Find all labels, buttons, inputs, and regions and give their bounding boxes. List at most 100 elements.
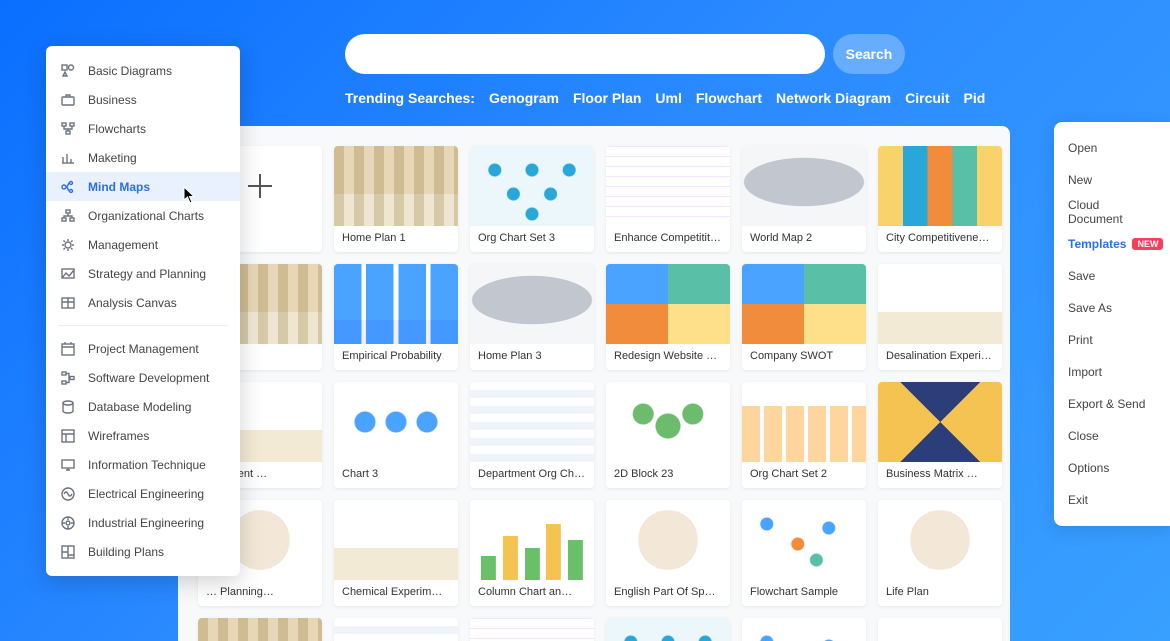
monitor-icon [60, 457, 76, 473]
template-thumb [470, 264, 594, 344]
template-card[interactable]: Chemical Experim… [334, 500, 458, 606]
template-card[interactable]: Redesign Website … [606, 264, 730, 370]
templates-grid: Home Plan 1Org Chart Set 3Enhance Compet… [198, 146, 990, 641]
sidebar-item-database-modeling[interactable]: Database Modeling [46, 392, 240, 421]
trending-label: Trending Searches: [345, 90, 475, 106]
trending-term[interactable]: Genogram [489, 90, 559, 106]
sidebar-item-maketing[interactable]: Maketing [46, 143, 240, 172]
template-card[interactable] [334, 618, 458, 641]
template-card[interactable] [198, 618, 322, 641]
trending-term[interactable]: Floor Plan [573, 90, 641, 106]
template-card[interactable] [470, 618, 594, 641]
sidebar-item-label: Software Development [88, 371, 209, 385]
plus-icon [248, 174, 272, 198]
template-thumb [606, 146, 730, 226]
sidebar-item-mind-maps[interactable]: Mind Maps [46, 172, 240, 201]
template-thumb [470, 500, 594, 580]
search-bar: Search [345, 34, 905, 74]
sidebar-item-information-technique[interactable]: Information Technique [46, 450, 240, 479]
template-thumb [334, 382, 458, 462]
template-card[interactable]: Org Chart Set 3 [470, 146, 594, 252]
flow-icon [60, 121, 76, 137]
template-card[interactable]: Department Org Chart [470, 382, 594, 488]
template-card[interactable]: Flowchart Sample [742, 500, 866, 606]
filemenu-item-save-as[interactable]: Save As [1054, 292, 1170, 324]
trending-term[interactable]: Uml [655, 90, 681, 106]
template-card[interactable]: 2D Block 23 [606, 382, 730, 488]
filemenu-item-export-send[interactable]: Export & Send [1054, 388, 1170, 420]
template-card[interactable]: Business Matrix … [878, 382, 1002, 488]
sidebar-item-basic-diagrams[interactable]: Basic Diagrams [46, 56, 240, 85]
template-thumb [470, 382, 594, 462]
template-card[interactable]: Home Plan 1 [334, 146, 458, 252]
sidebar-item-label: Project Management [88, 342, 199, 356]
gear-icon [60, 237, 76, 253]
filemenu-item-close[interactable]: Close [1054, 420, 1170, 452]
filemenu-item-import[interactable]: Import [1054, 356, 1170, 388]
template-card[interactable]: Desalination Experi… [878, 264, 1002, 370]
filemenu-item-save[interactable]: Save [1054, 260, 1170, 292]
template-card[interactable]: Org Chart Set 2 [742, 382, 866, 488]
template-card[interactable]: Company SWOT [742, 264, 866, 370]
sidebar-item-electrical-engineering[interactable]: Electrical Engineering [46, 479, 240, 508]
template-card[interactable]: Empirical Probability [334, 264, 458, 370]
template-card[interactable]: Life Plan [878, 500, 1002, 606]
template-card[interactable] [742, 618, 866, 641]
template-card[interactable] [606, 618, 730, 641]
sidebar-item-strategy-and-planning[interactable]: Strategy and Planning [46, 259, 240, 288]
search-input[interactable] [345, 34, 825, 74]
sidebar-item-label: Industrial Engineering [88, 516, 204, 530]
template-caption: Chemical Experim… [334, 580, 458, 606]
sidebar-item-building-plans[interactable]: Building Plans [46, 537, 240, 566]
filemenu-item-new[interactable]: New [1054, 164, 1170, 196]
filemenu-item-print[interactable]: Print [1054, 324, 1170, 356]
filemenu-item-open[interactable]: Open [1054, 132, 1170, 164]
template-thumb [334, 264, 458, 344]
filemenu-item-cloud-document[interactable]: Cloud Document [1054, 196, 1170, 228]
template-caption: Column Chart an… [470, 580, 594, 606]
filemenu-item-options[interactable]: Options [1054, 452, 1170, 484]
template-card[interactable]: Chart 3 [334, 382, 458, 488]
sidebar-item-wireframes[interactable]: Wireframes [46, 421, 240, 450]
sidebar-item-organizational-charts[interactable]: Organizational Charts [46, 201, 240, 230]
filemenu-label: New [1068, 173, 1092, 187]
filemenu-item-exit[interactable]: Exit [1054, 484, 1170, 516]
template-caption: English Part Of Sp… [606, 580, 730, 606]
sidebar-item-software-development[interactable]: Software Development [46, 363, 240, 392]
template-card[interactable]: English Part Of Sp… [606, 500, 730, 606]
template-thumb [606, 264, 730, 344]
sidebar-item-project-management[interactable]: Project Management [46, 334, 240, 363]
sidebar-item-analysis-canvas[interactable]: Analysis Canvas [46, 288, 240, 317]
template-card[interactable] [878, 618, 1002, 641]
template-caption: Desalination Experi… [878, 344, 1002, 370]
templates-panel: Home Plan 1Org Chart Set 3Enhance Compet… [178, 126, 1010, 641]
template-card[interactable]: Column Chart an… [470, 500, 594, 606]
sidebar-item-management[interactable]: Management [46, 230, 240, 259]
search-button[interactable]: Search [833, 34, 905, 74]
template-card[interactable]: Enhance Competitit… [606, 146, 730, 252]
filemenu-label: Import [1068, 365, 1102, 379]
sidebar-item-flowcharts[interactable]: Flowcharts [46, 114, 240, 143]
filemenu-label: Cloud Document [1068, 198, 1156, 226]
template-card[interactable]: World Map 2 [742, 146, 866, 252]
filemenu-label: Close [1068, 429, 1099, 443]
template-thumb [878, 264, 1002, 344]
template-thumb [334, 618, 458, 641]
template-card[interactable]: City Competitivene… [878, 146, 1002, 252]
trending-term[interactable]: Pid [963, 90, 985, 106]
template-caption: Redesign Website … [606, 344, 730, 370]
template-caption: City Competitivene… [878, 226, 1002, 252]
template-thumb [606, 500, 730, 580]
sidebar-item-business[interactable]: Business [46, 85, 240, 114]
template-thumb [334, 146, 458, 226]
trending-term[interactable]: Network Diagram [776, 90, 891, 106]
sidebar-item-label: Organizational Charts [88, 209, 204, 223]
calendar-icon [60, 341, 76, 357]
sidebar-item-industrial-engineering[interactable]: Industrial Engineering [46, 508, 240, 537]
template-card[interactable]: Home Plan 3 [470, 264, 594, 370]
sidebar-item-label: Mind Maps [88, 180, 150, 194]
trending-term[interactable]: Circuit [905, 90, 949, 106]
filemenu-item-templates[interactable]: TemplatesNEW [1054, 228, 1170, 260]
trending-term[interactable]: Flowchart [696, 90, 762, 106]
cog-icon [60, 515, 76, 531]
